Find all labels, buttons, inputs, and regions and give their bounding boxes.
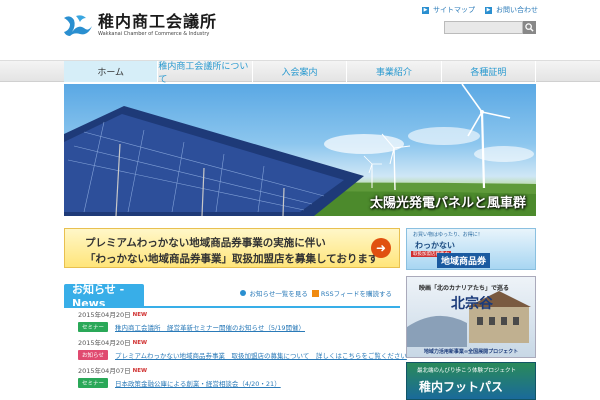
bullet-icon xyxy=(240,290,247,296)
nav-item-projects[interactable]: 事業紹介 xyxy=(347,61,442,82)
sitemap-link[interactable]: ▶ サイトマップ xyxy=(422,5,475,15)
footpath-banner-title: 稚内フットパス xyxy=(419,380,504,394)
global-nav: ホーム 稚内商工会議所について 入会案内 事業紹介 各種証明 xyxy=(0,60,600,85)
news-item: 2015年04月20日 NEW セミナー 稚内商工会議所 経営革新セミナー開催の… xyxy=(78,310,398,338)
voucher-banner-mid: わっかない xyxy=(415,241,455,250)
nav-item-membership[interactable]: 入会案内 xyxy=(253,61,348,82)
contact-link-label: お問い合わせ xyxy=(496,6,538,14)
hero-caption: 太陽光発電パネルと風車群 xyxy=(369,196,526,211)
sitemap-link-label: サイトマップ xyxy=(433,6,475,14)
movie-banner-line: 映画「北のカナリアたち」で巡る xyxy=(419,285,510,292)
arrow-right-icon: ▶ xyxy=(485,6,492,14)
search-box xyxy=(444,21,536,34)
category-badge: お知らせ xyxy=(78,350,108,360)
news-date: 2015年04月20日 NEW xyxy=(78,310,398,321)
news-item: 2015年04月07日 NEW セミナー 日本政策金融公庫による創業・経営相談会… xyxy=(78,366,398,394)
news-list: 2015年04月20日 NEW セミナー 稚内商工会議所 経営革新セミナー開催の… xyxy=(78,310,407,394)
page: 稚内商工会議所 Wakkanai Chamber of Commerce & I… xyxy=(0,0,600,400)
news-title-link[interactable]: 稚内商工会議所 経営革新セミナー開催のお知らせ（5/19開催） xyxy=(115,322,305,332)
news-row: お知らせ プレミアムわっかない地域商品券事業 取扱加盟店の募集について 詳しくは… xyxy=(78,349,407,361)
site-logo[interactable]: 稚内商工会議所 Wakkanai Chamber of Commerce & I… xyxy=(62,12,217,38)
promo-banner[interactable]: プレミアムわっかない地域商品券事業の実施に伴い 「わっかない地域商品券事業」取扱… xyxy=(64,228,400,268)
footpath-banner[interactable]: 最北端のんびり歩こう体験プロジェクト 稚内フットパス xyxy=(406,362,536,400)
promo-line-2: 「わっかない地域商品券事業」取扱加盟店を募集しております xyxy=(85,253,379,265)
search-button[interactable] xyxy=(523,21,536,34)
hero-image: 太陽光発電パネルと風車群 xyxy=(64,84,536,216)
news-date-text: 2015年04月20日 xyxy=(78,339,131,347)
movie-banner-title: 北宗谷 xyxy=(451,296,493,312)
new-badge: NEW xyxy=(132,368,148,374)
site-subtitle: Wakkanai Chamber of Commerce & Industry xyxy=(98,30,210,37)
search-input[interactable] xyxy=(444,21,523,34)
news-date-text: 2015年04月20日 xyxy=(78,311,131,319)
new-badge: NEW xyxy=(132,340,148,346)
promo-line-1: プレミアムわっかない地域商品券事業の実施に伴い xyxy=(85,237,326,249)
rss-icon xyxy=(311,289,319,297)
movie-banner[interactable]: 映画「北のカナリアたち」で巡る 北宗谷 地域力活用新事業∞全国展開プロジェクト xyxy=(406,276,536,358)
news-row: セミナー 稚内商工会議所 経営革新セミナー開催のお知らせ（5/19開催） xyxy=(78,321,398,333)
solar-panels xyxy=(64,106,364,216)
news-title-link[interactable]: プレミアムわっかない地域商品券事業 取扱加盟店の募集について 詳しくはこちらをご… xyxy=(115,350,407,360)
logo-icon xyxy=(64,15,92,36)
voucher-banner-small: お買い物はゆったり、お得に！ xyxy=(413,232,483,238)
rss-link[interactable]: RSSフィードを購読する xyxy=(311,288,392,298)
news-date: 2015年04月07日 NEW xyxy=(78,366,398,377)
news-row: セミナー 日本政策金融公庫による創業・経営相談会（4/20・21） xyxy=(78,377,398,389)
rss-link-label: RSSフィードを購読する xyxy=(320,290,392,298)
movie-banner-foot: 地域力活用新事業∞全国展開プロジェクト xyxy=(423,349,519,355)
new-badge: NEW xyxy=(132,312,148,318)
header-links: ▶ サイトマップ ▶ お問い合わせ xyxy=(422,5,538,15)
news-list-link[interactable]: お知らせ一覧を見る xyxy=(240,288,308,298)
footpath-banner-top: 最北端のんびり歩こう体験プロジェクト xyxy=(417,368,517,374)
nav-item-about[interactable]: 稚内商工会議所について xyxy=(158,61,253,85)
news-date-text: 2015年04月07日 xyxy=(78,367,131,375)
news-item: 2015年04月20日 NEW お知らせ プレミアムわっかない地域商品券事業 取… xyxy=(78,338,407,366)
news-tab: お知らせ - News xyxy=(64,283,144,310)
nav-item-certificates[interactable]: 各種証明 xyxy=(442,61,537,82)
site-header: 稚内商工会議所 Wakkanai Chamber of Commerce & I… xyxy=(0,0,600,60)
logo-text: 稚内商工会議所 Wakkanai Chamber of Commerce & I… xyxy=(98,11,218,38)
news-title-link[interactable]: 日本政策金融公庫による創業・経営相談会（4/20・21） xyxy=(115,378,281,388)
site-title: 稚内商工会議所 xyxy=(98,11,218,31)
voucher-banner[interactable]: お買い物はゆったり、お得に！ わっかない 取扱加盟店募集中 地域商品券 xyxy=(406,228,536,270)
news-list-link-label: お知らせ一覧を見る xyxy=(249,290,308,298)
news-divider xyxy=(64,306,400,308)
category-badge: セミナー xyxy=(78,378,109,388)
news-date: 2015年04月20日 NEW xyxy=(78,338,398,349)
nav-item-home[interactable]: ホーム xyxy=(64,61,159,82)
nav-items: ホーム 稚内商工会議所について 入会案内 事業紹介 各種証明 xyxy=(64,61,537,85)
arrow-right-icon: ▶ xyxy=(422,6,429,14)
search-icon xyxy=(525,23,534,32)
news-links: お知らせ一覧を見る RSSフィードを購読する xyxy=(240,288,392,298)
arrow-right-icon: ➜ xyxy=(371,238,391,258)
category-badge: セミナー xyxy=(78,322,109,332)
voucher-banner-title: 地域商品券 xyxy=(437,253,491,268)
contact-link[interactable]: ▶ お問い合わせ xyxy=(485,5,538,15)
